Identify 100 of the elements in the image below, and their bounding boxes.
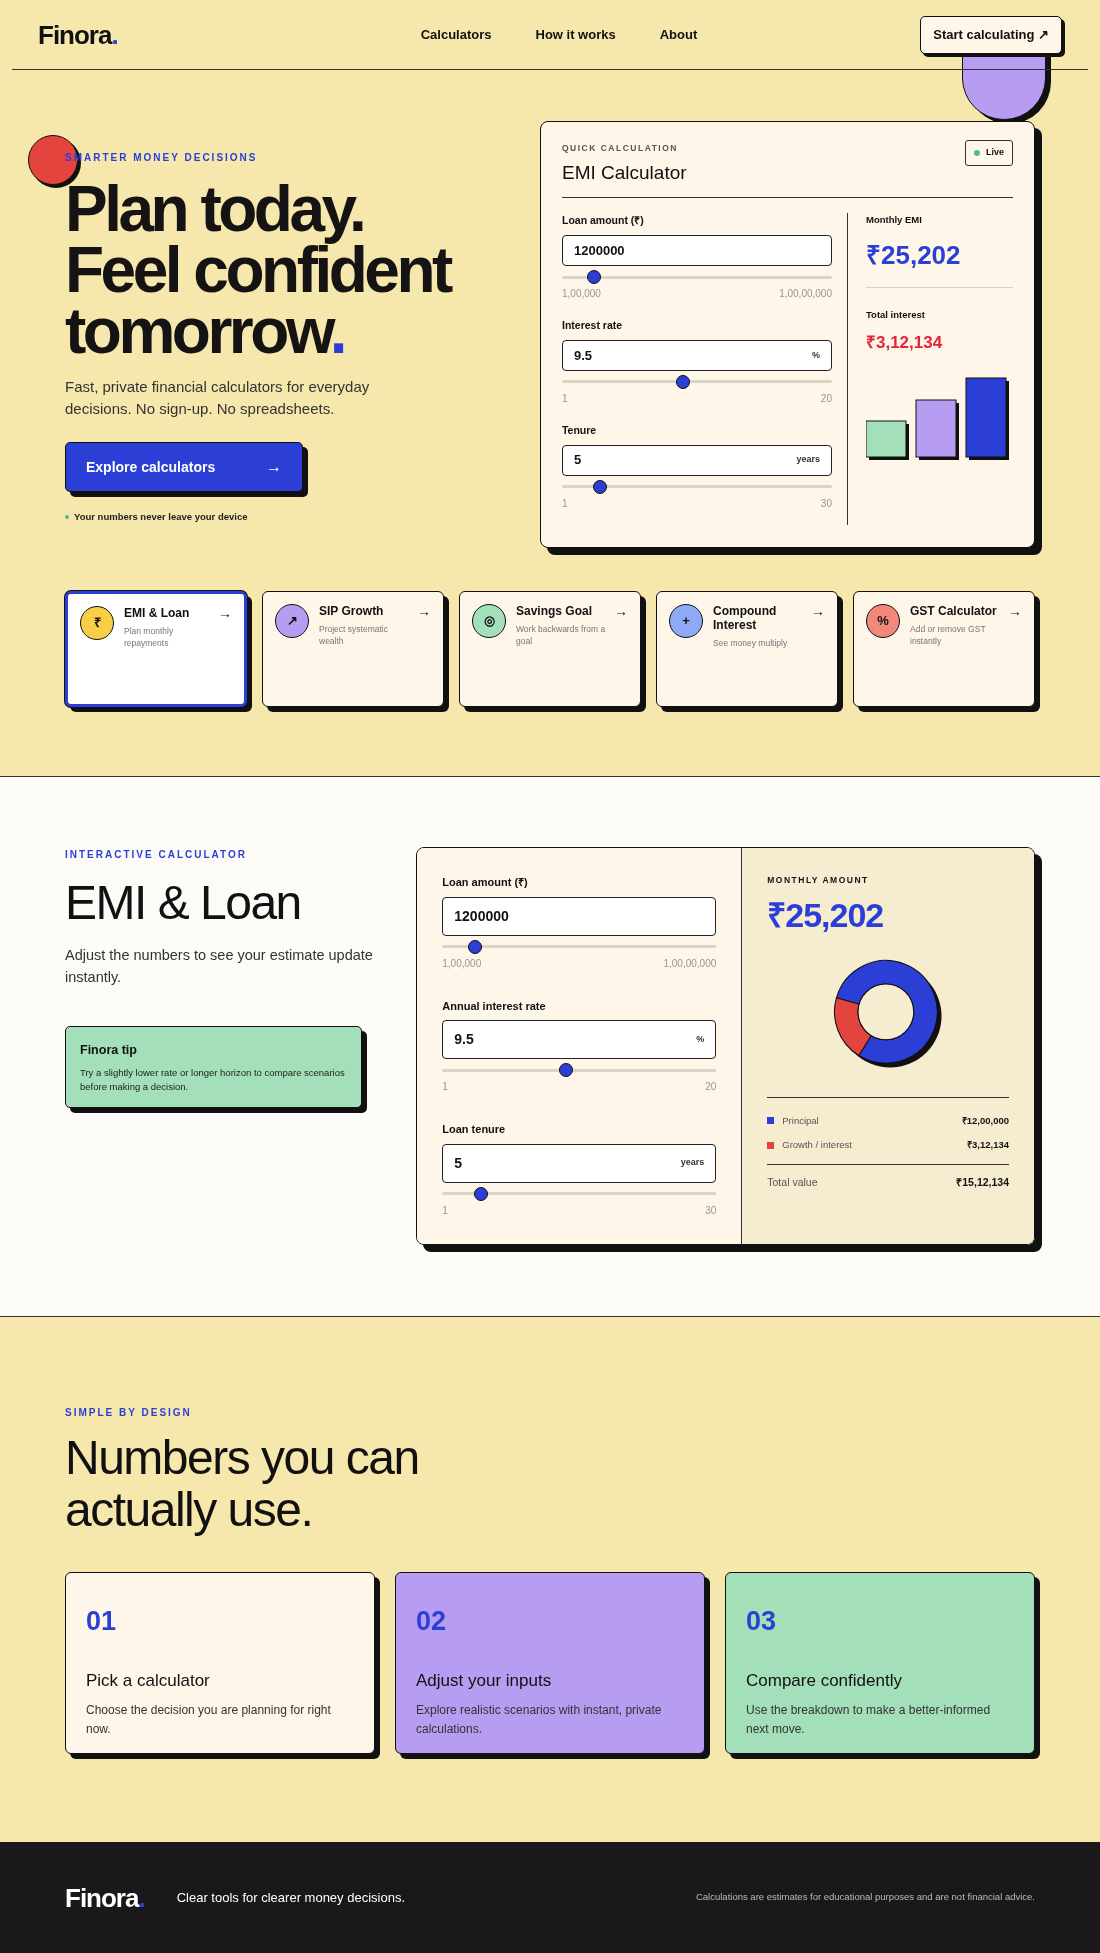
start-calculating-button[interactable]: Start calculating ↗	[920, 15, 1062, 54]
slider-thumb[interactable]	[473, 1186, 488, 1201]
slider-min-label: 1,00,000	[562, 287, 601, 301]
step-number: 02	[416, 1605, 448, 1638]
logo[interactable]: Finora.	[65, 1884, 145, 1911]
input-field[interactable]: 1200000	[562, 235, 832, 266]
calculator-name: SIP Growth	[319, 604, 385, 618]
field-label: Tenure	[562, 422, 598, 438]
eyebrow-label: QUICK CALCULATION	[562, 142, 679, 155]
slider-thumb[interactable]	[558, 1063, 573, 1077]
card-title: EMI Calculator	[562, 160, 687, 185]
result-label: Total interest	[866, 307, 926, 322]
input-field[interactable]: 1200000	[442, 896, 717, 936]
arrow-icon: →	[614, 604, 628, 618]
calculator-name: Savings Goal	[516, 604, 594, 618]
slider-thumb[interactable]	[676, 374, 691, 389]
nav-link[interactable]: How it works	[535, 24, 616, 45]
total-value: ₹15,12,134	[956, 1175, 1009, 1191]
input-field[interactable]: 9.5 %	[562, 339, 832, 371]
arrow-icon: →	[218, 606, 232, 620]
unit-label: %	[696, 1032, 705, 1046]
calculator-name: EMI & Loan	[124, 606, 191, 620]
calculator-icon: +	[669, 604, 703, 638]
legend-value: ₹12,00,000	[961, 1113, 1009, 1128]
slider-min-label: 1	[442, 1203, 448, 1218]
calculator-icon: %	[866, 604, 900, 638]
slider-max-label: 20	[820, 391, 832, 406]
eyebrow-label: SIMPLE BY DESIGN	[65, 1406, 193, 1420]
calculator-description: Project systematic wealth	[319, 623, 389, 647]
slider-thumb[interactable]	[592, 479, 607, 494]
logo[interactable]: Finora.	[38, 21, 118, 48]
slider-track[interactable]	[442, 1063, 717, 1077]
section-title: EMI & Loan	[65, 876, 302, 930]
slider-track[interactable]	[442, 1186, 717, 1201]
result-value: ₹3,12,134	[866, 331, 944, 354]
calculator-icon: ₹	[80, 606, 114, 640]
monthly-amount: ₹25,202	[767, 894, 885, 935]
slider-max-label: 30	[705, 1203, 717, 1218]
input-field[interactable]: 5 years	[442, 1143, 717, 1183]
button-label: Explore calculators	[86, 457, 216, 477]
step-title: Pick a calculator	[86, 1669, 211, 1692]
calculator-icon: ↗	[275, 604, 309, 638]
slider-track[interactable]	[562, 270, 832, 284]
arrow-icon: →	[1008, 604, 1022, 618]
slider-min-label: 1	[442, 1080, 448, 1094]
section-subtitle: Adjust the numbers to see your estimate update instantly.	[65, 946, 374, 987]
step-text: Choose the decision you are planning for right now.	[86, 1702, 332, 1738]
privacy-note: Your numbers never leave your device	[74, 510, 248, 524]
step-title: Compare confidently	[746, 1669, 903, 1692]
slider-track[interactable]	[562, 374, 832, 389]
live-badge: Live	[965, 140, 1013, 166]
section-title: Numbers you can actually use.	[65, 1432, 420, 1536]
slider-thumb[interactable]	[468, 939, 483, 954]
field-label: Interest rate	[562, 318, 624, 333]
calculator-icon: ◎	[472, 604, 506, 638]
slider-min-label: 1	[562, 391, 568, 406]
input-field[interactable]: 5 years	[562, 444, 832, 476]
slider-max-label: 30	[820, 496, 832, 511]
step-number: 03	[746, 1605, 778, 1638]
total-label: Total value	[767, 1175, 818, 1191]
field-label: Loan amount (₹)	[562, 213, 645, 229]
legend-value: ₹3,12,134	[967, 1138, 1009, 1152]
nav-link[interactable]: About	[659, 24, 698, 45]
field-label: Loan tenure	[442, 1122, 507, 1137]
nav-link[interactable]: Calculators	[420, 24, 492, 45]
footer-disclaimer: Calculations are estimates for educational purposes and are not financial advice.	[695, 1890, 1035, 1905]
field-label: Loan amount (₹)	[442, 875, 529, 890]
input-field[interactable]: 9.5 %	[442, 1020, 717, 1059]
legend-label: Growth / interest	[782, 1138, 852, 1152]
eyebrow-label: INTERACTIVE CALCULATOR	[65, 848, 248, 862]
arrow-icon: →	[417, 604, 431, 618]
calculator-description: Plan monthly repayments	[124, 625, 175, 649]
calculator-description: See money multiply	[713, 637, 789, 649]
hero-subtitle: Fast, private financial calculators for everyday decisions. No sign-up. No spreadsheets.	[65, 377, 371, 419]
footer-tagline: Clear tools for clearer money decisions.	[176, 1888, 405, 1907]
step-title: Adjust your inputs	[416, 1669, 553, 1692]
slider-max-label: 20	[705, 1080, 717, 1094]
calculator-description: Work backwards from a goal	[516, 623, 606, 647]
slider-thumb[interactable]	[587, 270, 602, 284]
slider-track[interactable]	[562, 479, 832, 494]
slider-min-label: 1	[562, 496, 568, 511]
field-label: Annual interest rate	[442, 998, 547, 1014]
step-number: 01	[86, 1605, 118, 1638]
calculator-description: Add or remove GST instantly	[910, 623, 987, 647]
tip-text: Try a slightly lower rate or longer horizon to compare scenarios before making a decision.	[80, 1065, 346, 1094]
arrow-icon: →	[266, 455, 282, 479]
calculator-name: Compound Interest	[713, 604, 778, 632]
tip-title: Finora tip	[80, 1042, 138, 1059]
unit-label: years	[796, 453, 820, 467]
result-label: Monthly EMI	[866, 213, 923, 228]
slider-max-label: 1,00,00,000	[779, 287, 832, 301]
eyebrow-label: MONTHLY AMOUNT	[767, 874, 870, 887]
unit-label: %	[811, 348, 820, 362]
slider-max-label: 1,00,00,000	[663, 956, 717, 971]
slider-track[interactable]	[442, 939, 717, 954]
arrow-icon: →	[811, 604, 825, 618]
unit-label: years	[680, 1156, 705, 1170]
legend-label: Principal	[782, 1113, 819, 1128]
hero-headline: Plan today. Feel confident tomorrow.	[65, 179, 452, 362]
step-text: Explore realistic scenarios with instant, private calculations.	[416, 1702, 663, 1738]
